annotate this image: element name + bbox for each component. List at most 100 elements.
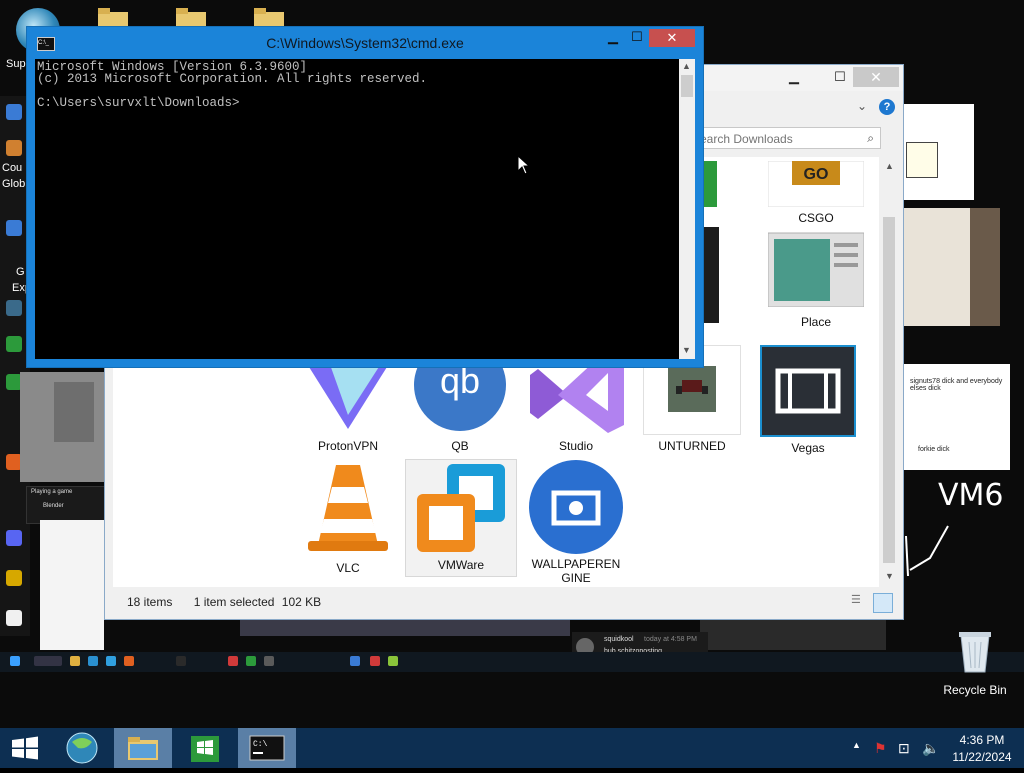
wallpaper-notification: Playing a game Blender bbox=[26, 486, 106, 524]
minimize-button[interactable]: ▁ bbox=[781, 67, 807, 87]
clock-time: 4:36 PM bbox=[959, 733, 1005, 747]
clock-date: 11/22/2024 bbox=[952, 750, 1012, 764]
file-label: VMWare bbox=[437, 558, 485, 572]
wallpaper-taskbar-icon bbox=[370, 656, 380, 666]
wallpaper-taskbar-icon bbox=[34, 656, 62, 666]
recycle-bin[interactable]: Recycle Bin bbox=[940, 628, 1010, 697]
file-item[interactable]: WALLPAPERENGINE bbox=[521, 459, 631, 585]
taskbar-cmd-button[interactable]: C:\ bbox=[238, 728, 296, 768]
wallpaper-label: G bbox=[16, 266, 25, 278]
wallpaper-thumbnails bbox=[700, 620, 886, 650]
scroll-up-arrow[interactable]: ▲ bbox=[682, 61, 691, 71]
file-label: Studio bbox=[558, 439, 594, 453]
wallpaper-icon bbox=[6, 104, 22, 120]
selection-size: 102 KB bbox=[281, 595, 322, 609]
wallpaper-taskbar-icon bbox=[124, 656, 134, 666]
help-icon[interactable]: ? bbox=[879, 99, 895, 115]
svg-text:GO: GO bbox=[804, 166, 829, 183]
cmd-minimize-button[interactable]: ▁ bbox=[603, 29, 623, 45]
show-hidden-icons[interactable]: ▲ bbox=[852, 740, 861, 750]
wallpaper-taskbar-icon bbox=[70, 656, 80, 666]
store-icon bbox=[191, 736, 219, 762]
wallpaper-label: Cou bbox=[2, 162, 23, 174]
wallpaper-paper: signuts78 dick and everybody elses dick … bbox=[904, 364, 1010, 470]
csgo-icon: GO bbox=[767, 160, 865, 208]
item-count: 18 items bbox=[127, 595, 173, 609]
cmd-icon: C:\ bbox=[249, 735, 285, 761]
search-icon[interactable]: ⌕ bbox=[867, 131, 874, 146]
wallpaper-paper bbox=[904, 104, 974, 200]
scroll-up-arrow[interactable]: ▲ bbox=[885, 161, 894, 171]
file-label: CSGO bbox=[798, 211, 834, 225]
wallpaper-scribble bbox=[905, 525, 949, 577]
wallpaper-taskbar-icon bbox=[176, 656, 186, 666]
recycle-bin-icon bbox=[959, 632, 991, 673]
scroll-down-arrow[interactable]: ▼ bbox=[682, 345, 691, 355]
cmd-maximize-button[interactable]: ☐ bbox=[627, 29, 647, 45]
file-label: Place bbox=[800, 315, 832, 329]
wallpaper-taskbar-icon bbox=[350, 656, 360, 666]
maximize-button[interactable]: ☐ bbox=[827, 67, 853, 87]
wallpaper-label: Sup bbox=[6, 58, 26, 70]
file-label: QB bbox=[451, 439, 469, 453]
status-bar: 18 items 1 item selected 102 KB bbox=[127, 595, 321, 609]
taskbar-explorer-button[interactable] bbox=[114, 728, 172, 768]
scroll-down-arrow[interactable]: ▼ bbox=[885, 571, 894, 581]
scrollbar-thumb[interactable] bbox=[681, 75, 693, 97]
taskbar-store-button[interactable] bbox=[176, 728, 234, 768]
vlc-icon bbox=[300, 461, 396, 557]
place-icon bbox=[767, 227, 865, 308]
wallpaper-icon bbox=[6, 610, 22, 626]
search-box[interactable]: ⌕ bbox=[685, 127, 881, 149]
selection-count: 1 item selected bbox=[193, 595, 275, 609]
file-label: VLC bbox=[336, 561, 360, 575]
folder-icon bbox=[128, 737, 158, 760]
file-item[interactable]: Place bbox=[761, 227, 871, 329]
file-item[interactable]: GO CSGO bbox=[761, 160, 871, 225]
wallpaper-icon bbox=[6, 570, 22, 586]
file-label: UNTURNED bbox=[658, 439, 726, 453]
chevron-down-icon[interactable]: ⌄ bbox=[857, 99, 867, 113]
taskbar-browser-button[interactable] bbox=[56, 728, 108, 768]
file-item[interactable]: VLC bbox=[293, 461, 403, 575]
action-center-icon[interactable]: ⚑ bbox=[874, 740, 887, 757]
clock[interactable]: 4:36 PM 11/22/2024 bbox=[948, 733, 1016, 764]
console-line: (c) 2013 Microsoft Corporation. All righ… bbox=[37, 72, 428, 86]
cmd-console[interactable]: Microsoft Windows [Version 6.3.9600] (c) … bbox=[35, 59, 679, 359]
console-prompt: C:\Users\survxlt\Downloads> bbox=[37, 96, 240, 110]
wallpaper-label: Glob bbox=[2, 178, 26, 190]
file-label: WALLPAPERENGINE bbox=[531, 557, 621, 585]
svg-text:C:\: C:\ bbox=[253, 740, 268, 749]
cmd-scrollbar[interactable]: ▲ ▼ bbox=[679, 59, 695, 359]
cmd-window: C:\_ C:\Windows\System32\cmd.exe ▁ ☐ ✕ M… bbox=[26, 26, 704, 368]
wallpaper-icon bbox=[6, 530, 22, 546]
wallpaper-taskbar-icon bbox=[228, 656, 238, 666]
wallpaper-icon bbox=[6, 300, 22, 316]
file-item[interactable]: VMWare bbox=[405, 459, 517, 577]
vertical-scrollbar[interactable]: ▲ ▼ bbox=[881, 157, 897, 587]
wallpaper-drawing bbox=[904, 208, 1000, 326]
taskbar: C:\ ▲ ⚑ ⊡ 🔈 4:36 PM 11/22/2024 bbox=[0, 728, 1024, 768]
network-icon[interactable]: ⊡ bbox=[898, 740, 910, 757]
search-input[interactable] bbox=[690, 131, 854, 147]
start-button[interactable] bbox=[0, 728, 50, 768]
wallpaper-taskbar-icon bbox=[10, 656, 20, 666]
large-icons-view-icon[interactable] bbox=[873, 593, 893, 613]
wallpaper-engine-icon bbox=[528, 459, 624, 555]
vegas-icon bbox=[760, 345, 856, 437]
mouse-cursor-icon bbox=[517, 155, 531, 175]
vmware-icon bbox=[413, 460, 509, 556]
wallpaper-icon bbox=[6, 140, 22, 156]
wallpaper-taskbar-icon bbox=[88, 656, 98, 666]
scrollbar-thumb[interactable] bbox=[883, 217, 895, 563]
file-item[interactable]: Vegas bbox=[753, 345, 863, 455]
cmd-titlebar[interactable]: C:\_ C:\Windows\System32\cmd.exe ▁ ☐ ✕ bbox=[27, 27, 703, 59]
wallpaper-thumbnails bbox=[240, 620, 570, 636]
close-button[interactable]: ✕ bbox=[853, 67, 899, 87]
volume-muted-icon[interactable]: 🔈 bbox=[922, 740, 939, 757]
recycle-bin-label: Recycle Bin bbox=[943, 683, 1007, 697]
cmd-close-button[interactable]: ✕ bbox=[649, 29, 695, 47]
wallpaper-vm-text: VM6 bbox=[938, 478, 1004, 513]
wallpaper-taskbar-icon bbox=[106, 656, 116, 666]
details-view-icon[interactable]: ☰ bbox=[851, 593, 867, 609]
